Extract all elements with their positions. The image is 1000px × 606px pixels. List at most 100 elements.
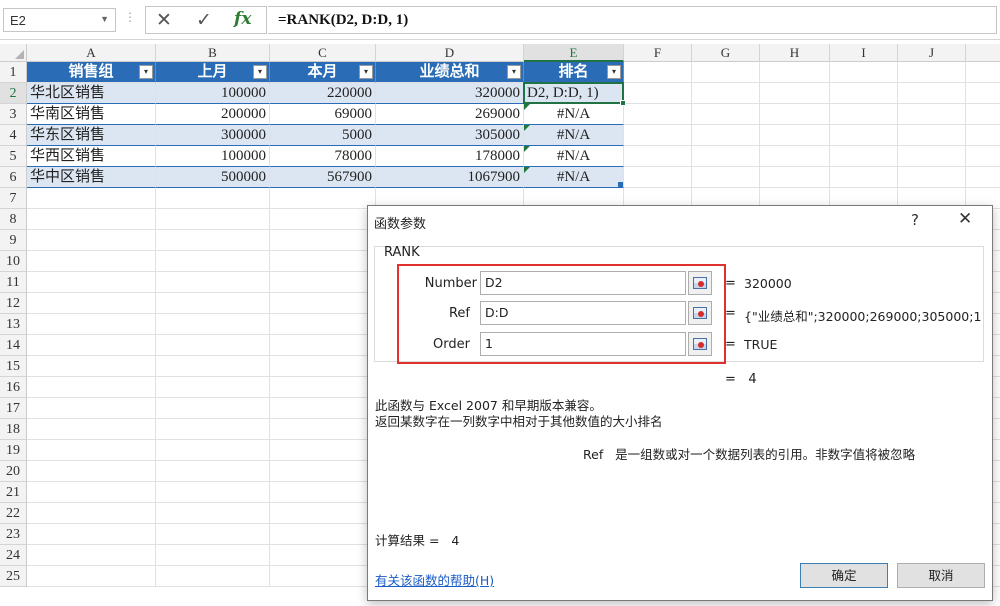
column-header[interactable]: B	[156, 44, 270, 62]
cancel-icon[interactable]: ✕	[156, 9, 172, 32]
cell[interactable]	[27, 440, 156, 461]
table-cell[interactable]: 1067900	[376, 167, 524, 188]
row-header[interactable]: 25	[0, 566, 27, 587]
cell[interactable]	[27, 398, 156, 419]
cell[interactable]	[27, 377, 156, 398]
filter-dropdown-icon[interactable]: ▾	[359, 65, 373, 79]
cell[interactable]	[270, 419, 376, 440]
table-header-cell[interactable]: 排名 ▾	[524, 62, 624, 83]
cell[interactable]	[624, 83, 692, 104]
cell[interactable]	[898, 62, 966, 83]
table-cell[interactable]: 5000	[270, 125, 376, 146]
column-header[interactable]: H	[760, 44, 830, 62]
cell[interactable]	[624, 167, 692, 188]
cell[interactable]	[27, 566, 156, 587]
filter-dropdown-icon[interactable]: ▾	[139, 65, 153, 79]
table-cell[interactable]: 69000	[270, 104, 376, 125]
table-header-cell[interactable]: 业绩总和 ▾	[376, 62, 524, 83]
cell[interactable]	[156, 440, 270, 461]
cell[interactable]	[156, 230, 270, 251]
cell[interactable]	[156, 545, 270, 566]
table-cell[interactable]: 华西区销售	[27, 146, 156, 167]
row-header[interactable]: 23	[0, 524, 27, 545]
cell[interactable]	[156, 503, 270, 524]
cell[interactable]	[830, 167, 898, 188]
cell[interactable]	[156, 377, 270, 398]
table-cell[interactable]: 500000	[156, 167, 270, 188]
collapse-dialog-icon[interactable]	[688, 301, 712, 325]
table-cell[interactable]: #N/A	[524, 125, 624, 146]
column-header[interactable]: D	[376, 44, 524, 62]
column-header[interactable]: C	[270, 44, 376, 62]
row-header[interactable]: 21	[0, 482, 27, 503]
cell[interactable]	[156, 566, 270, 587]
cell[interactable]	[156, 251, 270, 272]
cell[interactable]	[27, 356, 156, 377]
cell[interactable]	[760, 104, 830, 125]
row-header[interactable]: 5	[0, 146, 27, 167]
column-header[interactable]: I	[830, 44, 898, 62]
row-header[interactable]: 17	[0, 398, 27, 419]
column-header[interactable]: G	[692, 44, 760, 62]
cell[interactable]	[156, 356, 270, 377]
table-cell[interactable]: 567900	[270, 167, 376, 188]
row-header[interactable]: 16	[0, 377, 27, 398]
cell[interactable]	[692, 167, 760, 188]
row-header[interactable]: 8	[0, 209, 27, 230]
cell[interactable]	[760, 62, 830, 83]
cell[interactable]	[27, 482, 156, 503]
table-resize-handle[interactable]	[618, 182, 623, 187]
cell[interactable]	[27, 524, 156, 545]
arg-input-number[interactable]: D2	[480, 271, 686, 295]
cell[interactable]	[760, 83, 830, 104]
row-header[interactable]: 24	[0, 545, 27, 566]
row-header[interactable]: 10	[0, 251, 27, 272]
column-header[interactable]: A	[27, 44, 156, 62]
row-header[interactable]: 13	[0, 314, 27, 335]
cell[interactable]	[27, 293, 156, 314]
cell[interactable]	[624, 125, 692, 146]
table-cell[interactable]: 华中区销售	[27, 167, 156, 188]
row-header[interactable]: 14	[0, 335, 27, 356]
cell[interactable]	[270, 545, 376, 566]
fill-handle[interactable]	[620, 100, 626, 106]
table-cell[interactable]: 78000	[270, 146, 376, 167]
cell[interactable]	[760, 167, 830, 188]
cell[interactable]	[692, 146, 760, 167]
cell[interactable]	[156, 419, 270, 440]
cell[interactable]	[156, 272, 270, 293]
table-header-cell[interactable]: 销售组 ▾	[27, 62, 156, 83]
table-cell[interactable]: 300000	[156, 125, 270, 146]
cell[interactable]	[898, 125, 966, 146]
cell[interactable]	[270, 314, 376, 335]
select-all-button[interactable]	[0, 44, 27, 62]
table-cell[interactable]: #N/A	[524, 146, 624, 167]
cell[interactable]	[760, 125, 830, 146]
cell[interactable]	[830, 62, 898, 83]
close-icon[interactable]: ✕	[958, 209, 972, 229]
table-header-cell[interactable]: 上月 ▾	[156, 62, 270, 83]
table-cell[interactable]: 200000	[156, 104, 270, 125]
ok-button[interactable]: 确定	[800, 563, 888, 588]
cell[interactable]	[27, 461, 156, 482]
table-cell[interactable]: 华南区销售	[27, 104, 156, 125]
row-header[interactable]: 11	[0, 272, 27, 293]
formula-input[interactable]: =RANK(D2, D:D, 1)	[268, 6, 997, 34]
table-cell[interactable]: 100000	[156, 146, 270, 167]
row-header[interactable]: 22	[0, 503, 27, 524]
table-cell[interactable]: 220000	[270, 83, 376, 104]
cell[interactable]	[270, 230, 376, 251]
row-header[interactable]: 9	[0, 230, 27, 251]
cell[interactable]	[270, 503, 376, 524]
cell[interactable]	[270, 377, 376, 398]
cell[interactable]	[270, 461, 376, 482]
table-cell[interactable]: 178000	[376, 146, 524, 167]
cell[interactable]	[27, 419, 156, 440]
cell[interactable]	[624, 62, 692, 83]
cell[interactable]	[966, 167, 1000, 188]
collapse-dialog-icon[interactable]	[688, 271, 712, 295]
row-header[interactable]: 4	[0, 125, 27, 146]
cell[interactable]	[270, 251, 376, 272]
table-cell[interactable]: 269000	[376, 104, 524, 125]
cell[interactable]	[830, 104, 898, 125]
